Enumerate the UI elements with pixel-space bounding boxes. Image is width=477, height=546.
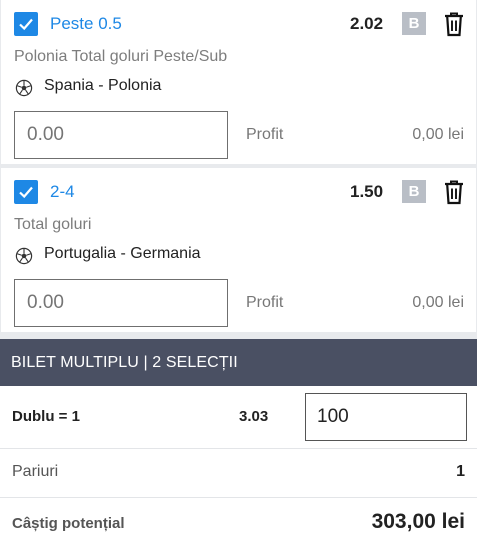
bet-builder-badge[interactable]: B <box>402 180 426 203</box>
trash-icon[interactable] <box>443 11 465 37</box>
potential-win-label: Câștig potențial <box>12 515 125 532</box>
market-name: Polonia Total goluri Peste/Sub <box>14 48 228 65</box>
selection-odd: 2.02 <box>350 14 384 33</box>
combo-label: Dublu = 1 <box>12 408 80 425</box>
combo-stake-input[interactable] <box>305 393 467 441</box>
profit-value: 0,00 lei <box>412 126 464 143</box>
divider <box>0 448 477 449</box>
selection-name: 2-4 <box>50 182 75 201</box>
match-name: Portugalia - Germania <box>44 245 201 262</box>
check-icon <box>19 186 33 199</box>
soccer-ball-icon <box>15 247 33 265</box>
selection-checkbox[interactable] <box>14 12 38 36</box>
market-name: Total goluri <box>14 216 92 233</box>
profit-label: Profit <box>246 126 284 143</box>
multi-bet-header: BILET MULTIPLU | 2 SELECȚII <box>0 339 477 386</box>
bet-summary: Dublu = 1 3.03 Pariuri 1 Câștig potenția… <box>0 386 477 546</box>
selection-odd: 1.50 <box>350 182 384 201</box>
stake-input[interactable] <box>14 111 228 159</box>
selection-checkbox[interactable] <box>14 180 38 204</box>
divider <box>0 497 477 498</box>
selection-card: 2-4 1.50 B Total goluri Portugalia - Ger… <box>1 168 476 332</box>
selection-name: Peste 0.5 <box>50 14 122 33</box>
bet-builder-badge[interactable]: B <box>402 12 426 35</box>
profit-label: Profit <box>246 294 284 311</box>
bets-count-value: 1 <box>456 463 465 480</box>
selection-card: Peste 0.5 2.02 B Polonia Total goluri Pe… <box>1 0 476 164</box>
combo-odd: 3.03 <box>239 408 269 425</box>
check-icon <box>19 18 33 31</box>
bets-count-label: Pariuri <box>12 463 59 480</box>
trash-icon[interactable] <box>443 179 465 205</box>
match-name: Spania - Polonia <box>44 77 162 94</box>
stake-input[interactable] <box>14 279 228 327</box>
soccer-ball-icon <box>15 79 33 97</box>
profit-value: 0,00 lei <box>412 294 464 311</box>
potential-win-value: 303,00 lei <box>371 510 465 533</box>
